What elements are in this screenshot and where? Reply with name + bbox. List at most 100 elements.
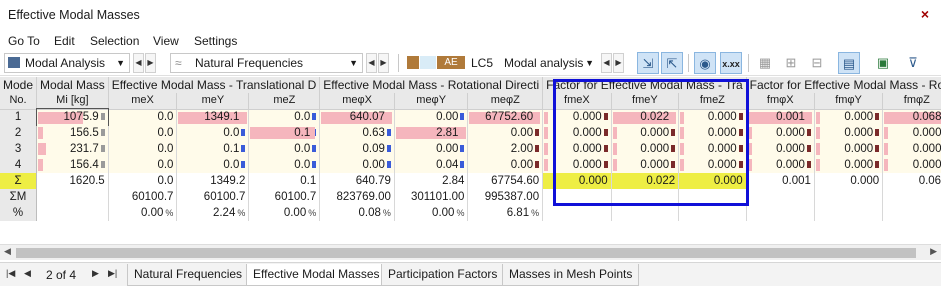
first-sheet-icon[interactable]: |◀: [6, 268, 15, 279]
sum-row: Σ 1620.5 0.0 1349.2 0.1 640.79 2.84 67754.60 0.0…: [0, 173, 941, 189]
next-sheet-icon[interactable]: ▶: [92, 268, 99, 279]
cell-fmpy[interactable]: 0.000: [814, 109, 884, 125]
cell-fmey[interactable]: 0.000: [611, 125, 680, 141]
cell-fmex[interactable]: 0.000: [542, 141, 612, 157]
cell-mey[interactable]: 0.0: [176, 157, 250, 173]
relative-values-icon[interactable]: ▤: [838, 52, 860, 74]
tab-effective-modal-masses[interactable]: Effective Modal Masses: [246, 264, 387, 286]
prev-sheet-icon[interactable]: ◀: [24, 268, 31, 279]
cell-mepy[interactable]: 0.00: [394, 141, 469, 157]
chevron-down-icon: ▼: [585, 58, 594, 68]
cell-mex[interactable]: 0.0: [108, 157, 178, 173]
table-row[interactable]: 2 156.5 0.0 0.0 0.1 0.63 2.81 0.00 0.000 0.000 0.0…: [0, 125, 941, 141]
menu-go-to[interactable]: Go To: [8, 34, 40, 48]
next-analysis-button[interactable]: ▶: [145, 53, 156, 73]
cell-mi[interactable]: 156.4: [36, 157, 109, 173]
view-results-icon[interactable]: ◉: [694, 52, 716, 74]
cell-mepz[interactable]: 67752.60: [467, 109, 544, 125]
cell-fmey[interactable]: 0.000: [611, 157, 680, 173]
cell-fmpz[interactable]: 0.000: [882, 157, 941, 173]
analysis-type-dropdown[interactable]: Modal Analysis ▼: [4, 53, 130, 73]
cell-mex[interactable]: 0.0: [108, 141, 178, 157]
row-header-sum-m: ΣM: [0, 189, 38, 205]
cell-fmpx[interactable]: 0.000: [746, 141, 815, 157]
cell-mey[interactable]: 1349.1: [176, 109, 250, 125]
menu-settings[interactable]: Settings: [194, 34, 237, 48]
cell-mepy[interactable]: 0.00: [394, 109, 469, 125]
cell-mi[interactable]: 231.7: [36, 141, 109, 157]
cell-fmpz[interactable]: 0.000: [882, 141, 941, 157]
table-icon[interactable]: ▦: [754, 52, 776, 74]
table-row[interactable]: 4 156.4 0.0 0.0 0.0 0.00 0.04 0.00 0.000 0.000 0.0…: [0, 157, 941, 173]
cell-mi[interactable]: 1075.9: [35, 108, 110, 126]
value-bar: [38, 143, 47, 155]
cell-fmpx[interactable]: 0.000: [746, 157, 815, 173]
table-row[interactable]: 3 231.7 0.0 0.1 0.0 0.09 0.00 2.00 0.000 0.000 0.0…: [0, 141, 941, 157]
cell-fmez[interactable]: 0.000: [678, 157, 747, 173]
cell-mepz[interactable]: 2.00: [467, 141, 544, 157]
result-type-dropdown[interactable]: ≈ Natural Frequencies ▼: [170, 53, 363, 73]
next-result-button[interactable]: ▶: [378, 53, 389, 73]
filter-icon[interactable]: ⊽: [902, 52, 924, 74]
cell-mepx[interactable]: 0.09: [319, 141, 395, 157]
cell-mepy[interactable]: 2.81: [394, 125, 469, 141]
cell-mez[interactable]: 0.0: [248, 157, 321, 173]
next-load-case-button[interactable]: ▶: [613, 53, 624, 73]
scroll-right-icon[interactable]: ▶: [930, 246, 937, 257]
cell-mex[interactable]: 0.0: [108, 109, 178, 125]
export-excel-icon[interactable]: ▣: [872, 52, 894, 74]
load-case-dropdown[interactable]: Modal analysis ▼: [499, 53, 599, 73]
cell-fmex[interactable]: 0.000: [542, 125, 612, 141]
close-icon[interactable]: ×: [921, 6, 929, 22]
cell-mey[interactable]: 0.1: [176, 141, 250, 157]
last-sheet-icon[interactable]: ▶|: [108, 268, 117, 279]
cell-fmpy[interactable]: 0.000: [814, 157, 884, 173]
empty-cell: [814, 205, 884, 221]
cell-fmez[interactable]: 0.000: [678, 141, 747, 157]
horizontal-scrollbar[interactable]: ◀ ▶: [0, 244, 941, 260]
sum-cell-mez: 0.1: [248, 173, 321, 189]
cell-fmpx[interactable]: 0.001: [746, 109, 815, 125]
cell-mey[interactable]: 0.0: [176, 125, 250, 141]
select-in-table-icon[interactable]: ⇱: [661, 52, 683, 74]
scroll-left-icon[interactable]: ◀: [4, 246, 11, 257]
prev-result-button[interactable]: ◀: [366, 53, 377, 73]
cell-mez[interactable]: 0.0: [248, 141, 321, 157]
cell-fmez[interactable]: 0.000: [678, 109, 747, 125]
cell-fmez[interactable]: 0.000: [678, 125, 747, 141]
cell-fmpx[interactable]: 0.000: [746, 125, 815, 141]
scroll-thumb[interactable]: [16, 248, 916, 258]
cell-fmpz[interactable]: 0.000: [882, 125, 941, 141]
empty-cell: [678, 205, 747, 221]
prev-analysis-button[interactable]: ◀: [133, 53, 144, 73]
cell-mez[interactable]: 0.1: [248, 125, 321, 141]
cell-mez[interactable]: 0.0: [248, 109, 321, 125]
cell-fmey[interactable]: 0.022: [611, 109, 680, 125]
cell-mepx[interactable]: 0.63: [319, 125, 395, 141]
cell-fmex[interactable]: 0.000: [542, 157, 612, 173]
delete-row-icon[interactable]: ⊟: [806, 52, 828, 74]
cell-mi[interactable]: 156.5: [36, 125, 109, 141]
menu-edit[interactable]: Edit: [54, 34, 75, 48]
cell-fmpy[interactable]: 0.000: [814, 125, 884, 141]
menu-selection[interactable]: Selection: [90, 34, 139, 48]
tab-participation-factors[interactable]: Participation Factors: [381, 264, 505, 286]
cell-mepz[interactable]: 0.00: [467, 125, 544, 141]
select-in-model-icon[interactable]: ⇲: [637, 52, 659, 74]
cell-mex[interactable]: 0.0: [108, 125, 178, 141]
cell-mepz[interactable]: 0.00: [467, 157, 544, 173]
tab-masses-in-mesh-points[interactable]: Masses in Mesh Points: [502, 264, 640, 286]
cell-mepy[interactable]: 0.04: [394, 157, 469, 173]
decimal-places-icon[interactable]: x.xx: [720, 52, 742, 74]
cell-mepx[interactable]: 640.07: [319, 109, 395, 125]
insert-row-icon[interactable]: ⊞: [780, 52, 802, 74]
prev-load-case-button[interactable]: ◀: [601, 53, 612, 73]
cell-fmey[interactable]: 0.000: [611, 141, 680, 157]
table-row[interactable]: 1 1075.9 0.0 1349.1 0.0 640.07 0.00 67752.60 0.0…: [0, 108, 941, 126]
cell-fmpy[interactable]: 0.000: [814, 141, 884, 157]
menu-view[interactable]: View: [153, 34, 179, 48]
cell-mepx[interactable]: 0.00: [319, 157, 395, 173]
tab-natural-frequencies[interactable]: Natural Frequencies: [127, 264, 250, 286]
cell-fmex[interactable]: 0.000: [542, 109, 612, 125]
cell-fmpz[interactable]: 0.068: [882, 109, 941, 125]
